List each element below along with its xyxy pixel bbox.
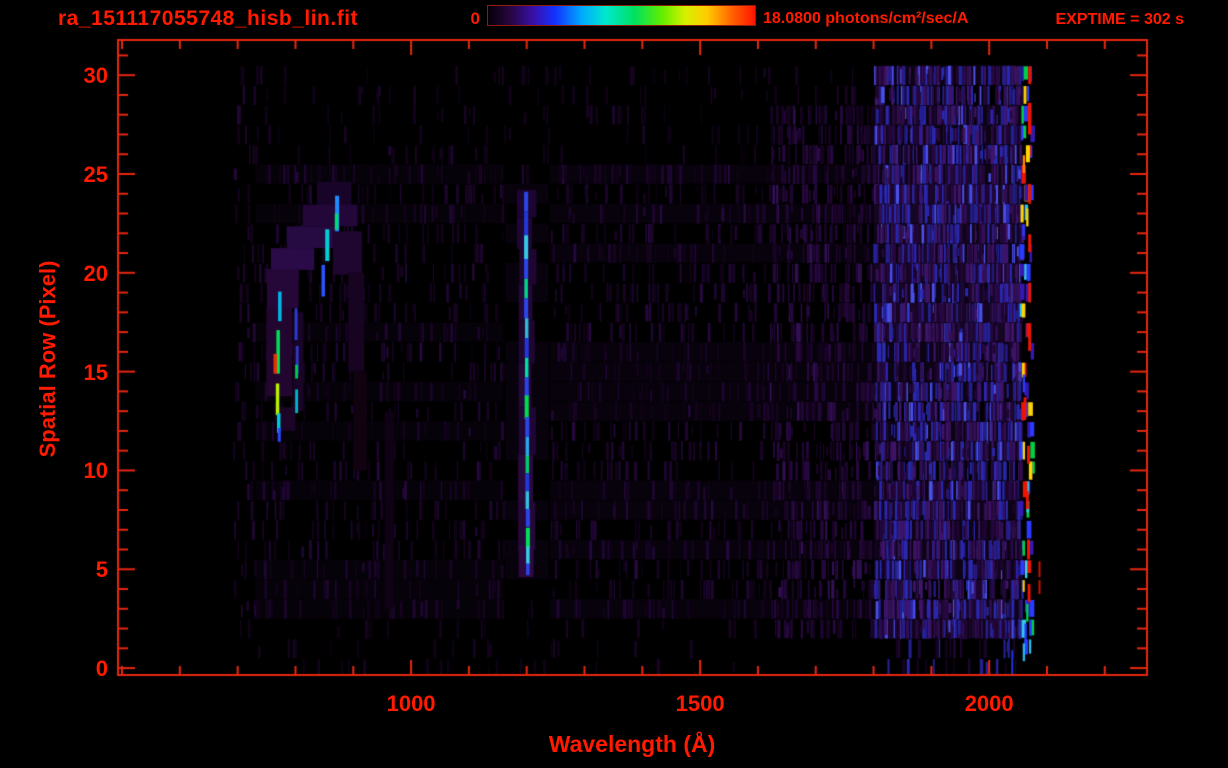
x-tick-label: 1500: [675, 691, 725, 716]
spectrogram-viewer: ra_151117055748_hisb_lin.fit 0 18.0800 p…: [0, 0, 1228, 768]
y-tick-label: 20: [83, 260, 108, 286]
spectrogram-canvas: [0, 0, 1228, 768]
x-tick-label: 1000: [386, 691, 436, 716]
colorbar-min-label: 0: [470, 9, 480, 28]
x-axis-title: Wavelength (Å): [548, 731, 716, 757]
x-tick-label: 2000: [964, 691, 1014, 716]
y-tick-label: 25: [83, 161, 108, 187]
y-tick-label: 15: [83, 359, 108, 385]
exptime-label: EXPTIME = 302 s: [1055, 11, 1184, 28]
y-tick-label: 0: [95, 656, 108, 682]
y-axis-title: Spatial Row (Pixel): [35, 260, 60, 458]
y-tick-label: 5: [95, 557, 108, 583]
y-tick-label: 30: [83, 63, 108, 89]
colorbar-max-label: 18.0800 photons/cm²/sec/A: [763, 10, 969, 27]
colorbar-gradient: [487, 5, 756, 26]
file-title: ra_151117055748_hisb_lin.fit: [58, 7, 359, 30]
y-tick-label: 10: [83, 458, 108, 484]
